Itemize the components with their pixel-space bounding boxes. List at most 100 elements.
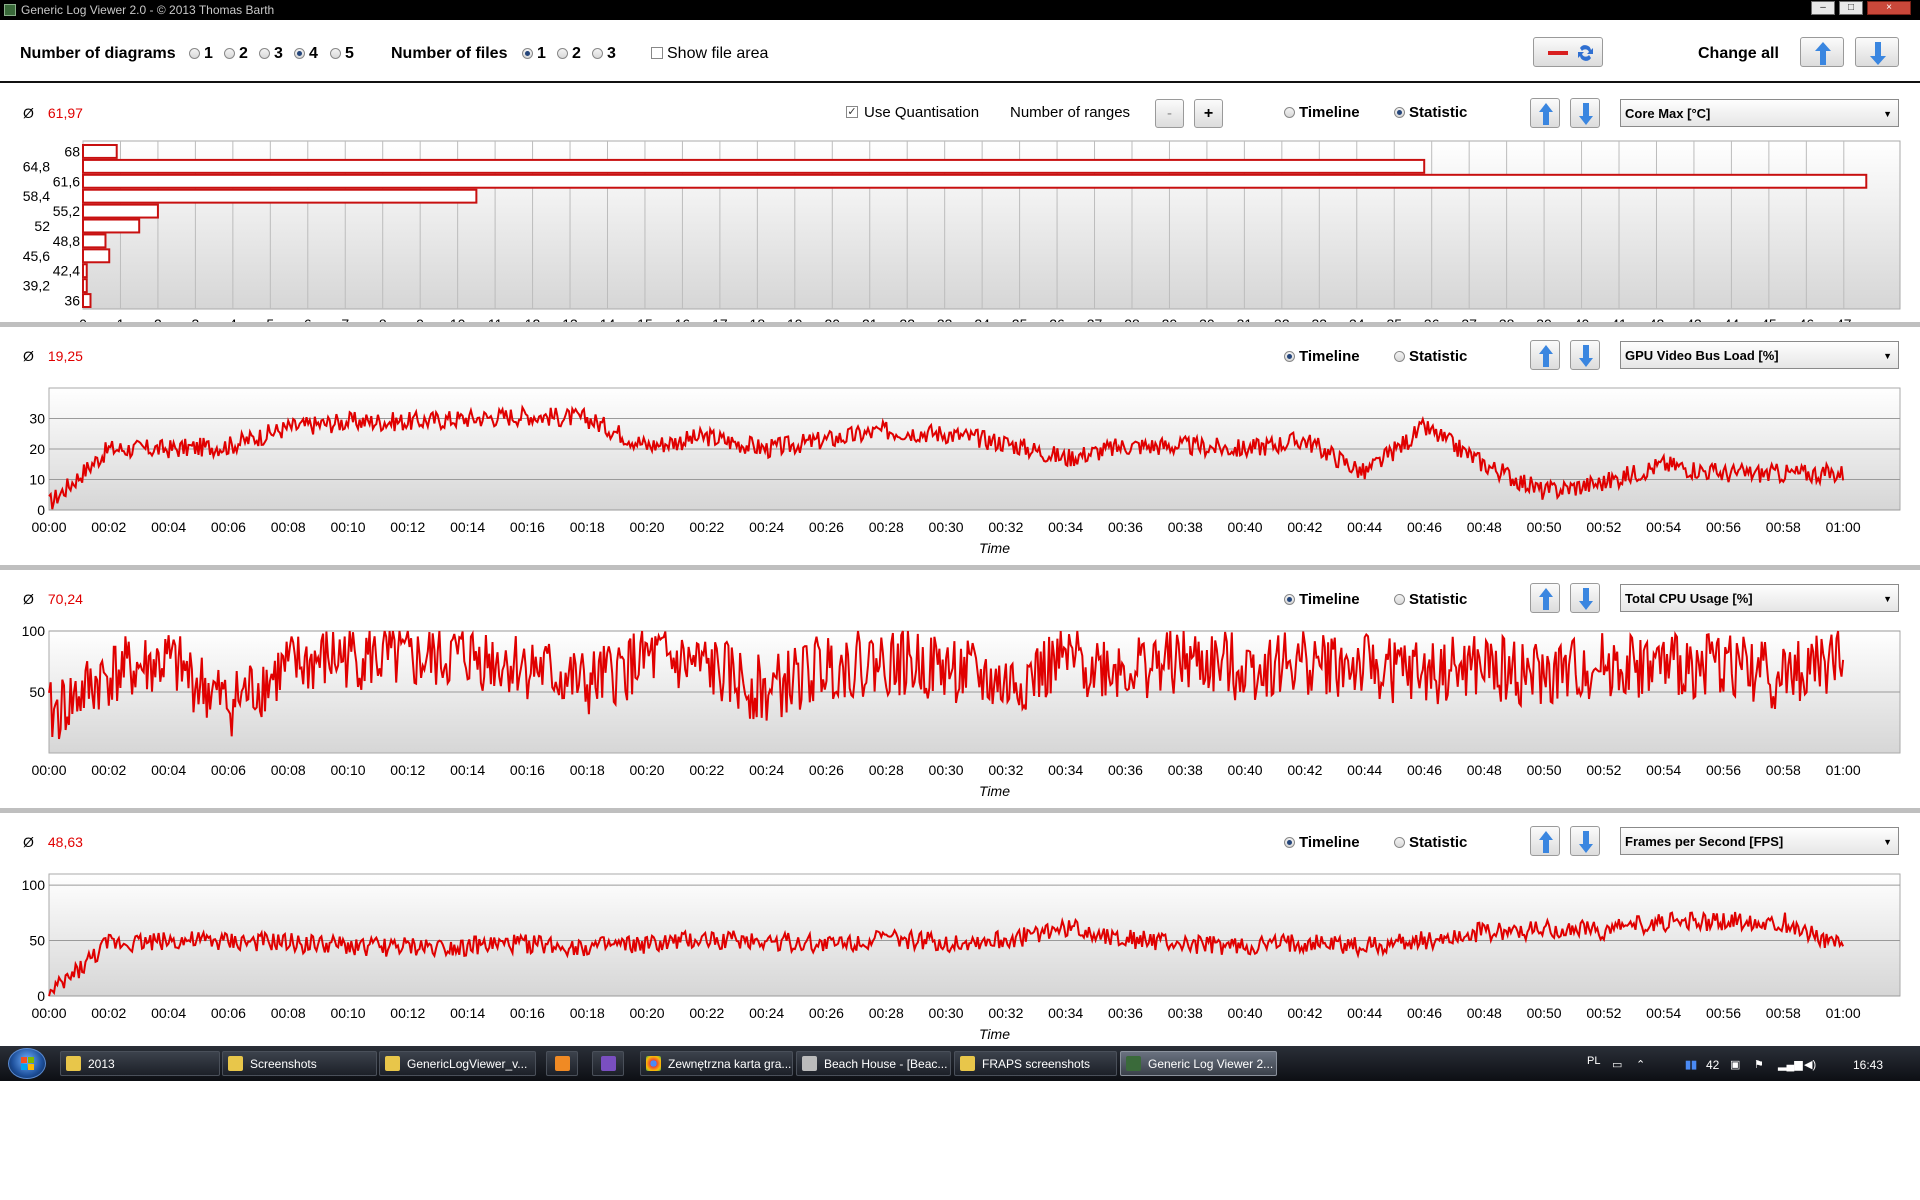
timeline-radio[interactable] <box>1284 351 1295 362</box>
shield-icon <box>802 1056 817 1071</box>
diagrams-radio-2[interactable] <box>224 48 235 59</box>
keyboard-icon[interactable]: ▭ <box>1612 1058 1622 1071</box>
app-icon <box>4 4 16 16</box>
change-all-label: Change all <box>1698 45 1779 62</box>
move-down-button[interactable] <box>1570 98 1600 128</box>
use-quantisation-checkbox[interactable]: ✓ <box>846 106 858 118</box>
taskbar-item-label: Screenshots <box>250 1057 317 1071</box>
timeline-radio[interactable] <box>1284 837 1295 848</box>
x-tick-label: 00:24 <box>749 1005 784 1021</box>
x-tick-label: 00:54 <box>1646 762 1681 778</box>
statistic-radio[interactable] <box>1394 594 1405 605</box>
files-radio-2[interactable] <box>557 48 568 59</box>
move-down-button[interactable] <box>1570 583 1600 613</box>
sensor-select-value: Frames per Second [FPS] <box>1625 834 1784 849</box>
x-tick-label: 00:32 <box>988 762 1023 778</box>
move-all-down-button[interactable] <box>1855 37 1899 67</box>
decrease-ranges-button[interactable]: - <box>1155 99 1184 128</box>
x-tick-label: 00:42 <box>1287 519 1322 535</box>
tray-up-icon[interactable]: ⌃ <box>1636 1058 1645 1071</box>
files-radio-1[interactable] <box>522 48 533 59</box>
timeline-label: Timeline <box>1299 348 1360 365</box>
x-tick-label: 00:30 <box>929 519 964 535</box>
move-up-button[interactable] <box>1530 340 1560 370</box>
move-down-button[interactable] <box>1570 340 1600 370</box>
statistic-radio[interactable] <box>1394 107 1405 118</box>
taskbar-item-media-player[interactable] <box>546 1051 578 1076</box>
x-tick-label: 00:40 <box>1228 1005 1263 1021</box>
plot-area <box>48 873 1901 997</box>
move-up-button[interactable] <box>1530 583 1560 613</box>
files-radio-3[interactable] <box>592 48 603 59</box>
statistic-radio[interactable] <box>1394 351 1405 362</box>
swap-files-button[interactable] <box>1533 37 1603 67</box>
y-tick-label: 100 <box>22 623 46 639</box>
minimize-button[interactable]: – <box>1811 1 1835 15</box>
chevron-down-icon: ▼ <box>1883 109 1892 119</box>
move-up-button[interactable] <box>1530 826 1560 856</box>
move-up-button[interactable] <box>1530 98 1560 128</box>
y-tick-label: 42,4 <box>53 263 80 279</box>
diagrams-radio-3[interactable] <box>259 48 270 59</box>
timeline-radio[interactable] <box>1284 594 1295 605</box>
folder-icon <box>228 1056 243 1071</box>
diagrams-radio-1[interactable] <box>189 48 200 59</box>
timeline-radio[interactable] <box>1284 107 1295 118</box>
clock[interactable]: 16:43 <box>1853 1058 1883 1072</box>
increase-ranges-button[interactable]: + <box>1194 99 1223 128</box>
x-tick-label: 00:08 <box>271 762 306 778</box>
bar <box>82 218 141 234</box>
statistic-radio[interactable] <box>1394 837 1405 848</box>
x-tick-label: 00:24 <box>749 762 784 778</box>
taskbar-item-fraps-screenshots[interactable]: FRAPS screenshots <box>954 1051 1117 1076</box>
x-tick-label: 00:16 <box>510 519 545 535</box>
taskbar-item-screenshots[interactable]: Screenshots <box>222 1051 377 1076</box>
files-label: Number of files <box>391 45 508 62</box>
x-tick-label: 00:40 <box>1228 519 1263 535</box>
x-tick-label: 00:38 <box>1168 762 1203 778</box>
sensor-select[interactable]: Core Max [°C] ▼ <box>1620 99 1899 127</box>
volume-icon[interactable]: ◀) <box>1804 1058 1816 1071</box>
close-button[interactable]: × <box>1867 1 1911 15</box>
average-value: 70,24 <box>47 591 83 607</box>
diagrams-radio-4[interactable] <box>294 48 305 59</box>
taskbar-item-folder-2013[interactable]: 2013 <box>60 1051 220 1076</box>
taskbar-item-generic-log-viewer[interactable]: Generic Log Viewer 2... <box>1120 1051 1277 1076</box>
x-tick-label: 00:28 <box>869 762 904 778</box>
y-tick-label: 36 <box>64 293 80 309</box>
taskbar-item-genericlogviewer-folder[interactable]: GenericLogViewer_v... <box>379 1051 536 1076</box>
sensor-select[interactable]: GPU Video Bus Load [%] ▼ <box>1620 341 1899 369</box>
taskbar-item-beach-house[interactable]: Beach House - [Beac... <box>796 1051 951 1076</box>
x-tick-label: 00:16 <box>510 762 545 778</box>
language-indicator[interactable]: PL <box>1587 1055 1600 1067</box>
taskbar-item-chrome[interactable]: Zewnętrzna karta gra... <box>640 1051 793 1076</box>
x-tick-label: 00:32 <box>988 1005 1023 1021</box>
timeline-label: Timeline <box>1299 834 1360 851</box>
x-tick-label: 00:44 <box>1347 762 1382 778</box>
move-down-button[interactable] <box>1570 826 1600 856</box>
number-of-ranges-label: Number of ranges <box>1010 104 1131 121</box>
x-tick-label: 00:08 <box>271 519 306 535</box>
network-activity-icon[interactable]: ▮▮ <box>1685 1058 1697 1071</box>
window-title-bar: Generic Log Viewer 2.0 - © 2013 Thomas B… <box>0 0 1920 20</box>
show-file-area-checkbox[interactable] <box>651 47 663 59</box>
move-all-up-button[interactable] <box>1800 37 1844 67</box>
x-tick-label: 00:24 <box>749 519 784 535</box>
printer-icon[interactable]: ▣ <box>1730 1058 1740 1071</box>
diagrams-radio-5[interactable] <box>330 48 341 59</box>
start-button[interactable] <box>8 1048 46 1079</box>
sensor-select[interactable]: Total CPU Usage [%] ▼ <box>1620 584 1899 612</box>
average-symbol: Ø <box>23 105 34 121</box>
x-tick-label: 00:34 <box>1048 519 1083 535</box>
taskbar-item-visual-studio[interactable] <box>592 1051 624 1076</box>
x-tick-label: 00:14 <box>450 762 485 778</box>
sensor-select[interactable]: Frames per Second [FPS] ▼ <box>1620 827 1899 855</box>
bar <box>82 263 88 279</box>
flag-icon[interactable]: ⚑ <box>1754 1058 1764 1071</box>
x-tick-label: 00:00 <box>31 1005 66 1021</box>
x-tick-label: 00:18 <box>570 762 605 778</box>
maximize-button[interactable]: □ <box>1839 1 1863 15</box>
x-tick-label: 00:56 <box>1706 762 1741 778</box>
signal-icon[interactable]: ▂▄▆ <box>1778 1058 1803 1071</box>
x-tick-label: 00:02 <box>91 519 126 535</box>
